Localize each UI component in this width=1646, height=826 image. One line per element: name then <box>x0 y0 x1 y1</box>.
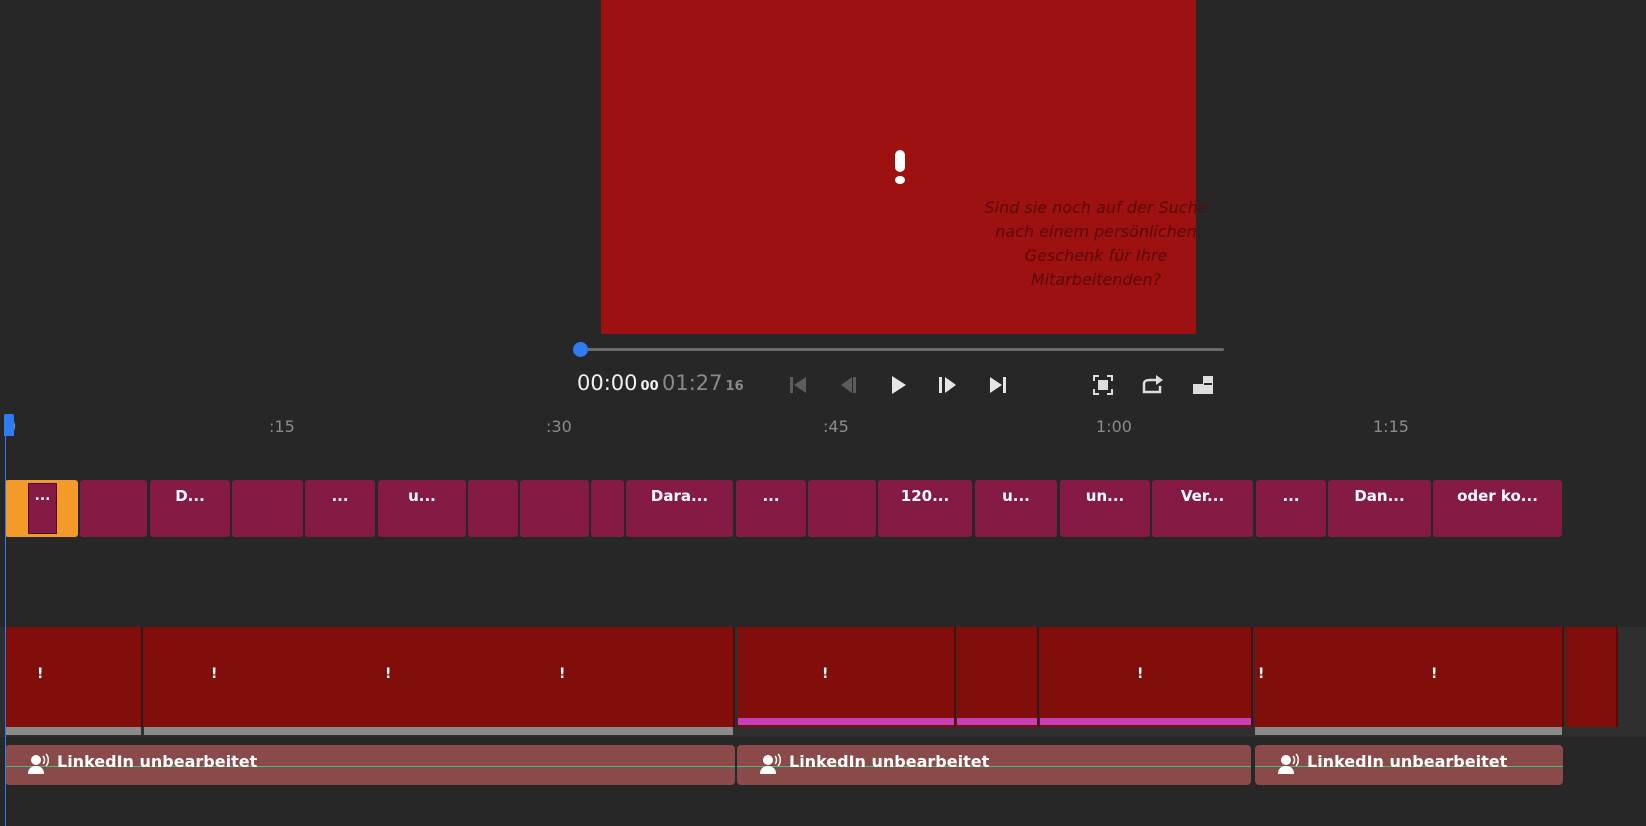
voiceover-icon <box>1278 753 1299 774</box>
fit-to-screen-button[interactable] <box>1089 371 1117 399</box>
duration-timecode: 01:27 16 <box>662 371 744 395</box>
ruler-label: 1:15 <box>1373 417 1409 436</box>
ruler-label: 1:00 <box>1096 417 1132 436</box>
current-timecode: 00:00 00 <box>577 371 659 395</box>
step-back-button[interactable] <box>834 371 862 399</box>
voiceover-icon <box>28 753 49 774</box>
warning-icon <box>895 150 905 184</box>
video-clip[interactable] <box>5 627 143 735</box>
video-clip[interactable] <box>1255 627 1564 735</box>
step-back-icon <box>841 377 856 393</box>
audio-clip[interactable]: LinkedIn unbearbeitet <box>737 745 1251 785</box>
audio-clip-label: LinkedIn unbearbeitet <box>57 752 258 771</box>
window-resize-icon <box>1193 376 1213 394</box>
caption-clip[interactable]: u... <box>975 480 1057 537</box>
duration-time: 01:27 <box>662 371 723 395</box>
audio-clip[interactable]: LinkedIn unbearbeitet <box>5 745 735 785</box>
clip-warning-icon: ! <box>1137 666 1144 682</box>
clip-warning-icon: ! <box>822 666 829 682</box>
caption-clip[interactable] <box>232 480 303 537</box>
audio-clip[interactable]: LinkedIn unbearbeitet <box>1255 745 1563 785</box>
video-clip[interactable] <box>957 627 1039 727</box>
clip-status-bar <box>5 727 141 735</box>
loop-icon <box>1142 375 1163 394</box>
video-clip[interactable] <box>738 627 956 727</box>
audio-clip-label: LinkedIn unbearbeitet <box>789 752 990 771</box>
audio-clip-label: LinkedIn unbearbeitet <box>1307 752 1508 771</box>
loop-button[interactable] <box>1139 371 1167 399</box>
go-to-end-button[interactable] <box>984 371 1012 399</box>
skip-to-start-icon <box>790 377 806 393</box>
detach-monitor-button[interactable] <box>1189 371 1217 399</box>
clip-warning-icon: ! <box>559 666 566 682</box>
caption-clip[interactable]: Ver... <box>1152 480 1253 537</box>
caption-clip[interactable] <box>808 480 876 537</box>
clip-status-bar <box>144 727 733 735</box>
caption-clip[interactable]: D... <box>150 480 230 537</box>
caption-clip[interactable]: u... <box>378 480 466 537</box>
caption-clip[interactable]: ... <box>305 480 375 537</box>
skip-to-end-icon <box>990 377 1006 393</box>
video-clip[interactable] <box>1040 627 1253 727</box>
step-forward-button[interactable] <box>934 371 962 399</box>
playback-scrubber[interactable] <box>580 348 1224 351</box>
ruler-label: :30 <box>546 417 572 436</box>
ruler-label: :15 <box>269 417 295 436</box>
caption-clip[interactable]: ... <box>736 480 806 537</box>
caption-clip[interactable] <box>80 480 147 537</box>
playhead[interactable] <box>5 418 6 826</box>
step-forward-icon <box>939 377 956 393</box>
caption-clip[interactable]: Dan... <box>1328 480 1431 537</box>
go-to-start-button[interactable] <box>784 371 812 399</box>
playhead-handle[interactable] <box>4 414 14 436</box>
scrubber-handle[interactable] <box>573 342 588 357</box>
clip-status-bar <box>1040 718 1251 725</box>
caption-clip[interactable]: un... <box>1060 480 1150 537</box>
clip-warning-icon: ! <box>1431 666 1438 682</box>
fit-screen-icon <box>1093 375 1113 395</box>
current-frames: 00 <box>640 379 659 394</box>
clip-status-bar <box>957 718 1037 725</box>
clip-warning-icon: ! <box>211 666 218 682</box>
clip-warning-icon: ! <box>1258 666 1265 682</box>
video-clip[interactable] <box>1566 627 1618 727</box>
caption-clip[interactable]: 120... <box>878 480 972 537</box>
duration-frames: 16 <box>725 379 744 394</box>
clip-status-bar <box>1255 727 1562 735</box>
clip-warning-icon: ! <box>37 666 44 682</box>
caption-clip[interactable]: Dara... <box>626 480 733 537</box>
ruler-label: :45 <box>823 417 849 436</box>
caption-clip[interactable] <box>468 480 518 537</box>
caption-clip[interactable] <box>520 480 589 537</box>
play-button[interactable] <box>884 371 912 399</box>
caption-clip-label: ... <box>28 483 57 534</box>
play-icon <box>892 376 906 394</box>
caption-clip[interactable] <box>591 480 624 537</box>
voiceover-icon <box>760 753 781 774</box>
caption-clip[interactable]: ... <box>1256 480 1326 537</box>
preview-monitor: Sind sie noch auf der Suche nach einem p… <box>601 0 1208 334</box>
video-clip[interactable] <box>144 627 735 735</box>
preview-caption-text: Sind sie noch auf der Suche nach einem p… <box>984 198 1208 289</box>
clip-warning-icon: ! <box>385 666 392 682</box>
clip-status-bar <box>738 718 954 725</box>
caption-clip[interactable]: oder ko... <box>1433 480 1562 537</box>
caption-clip-selected[interactable]: ... <box>5 480 78 537</box>
current-time: 00:00 <box>577 371 638 395</box>
